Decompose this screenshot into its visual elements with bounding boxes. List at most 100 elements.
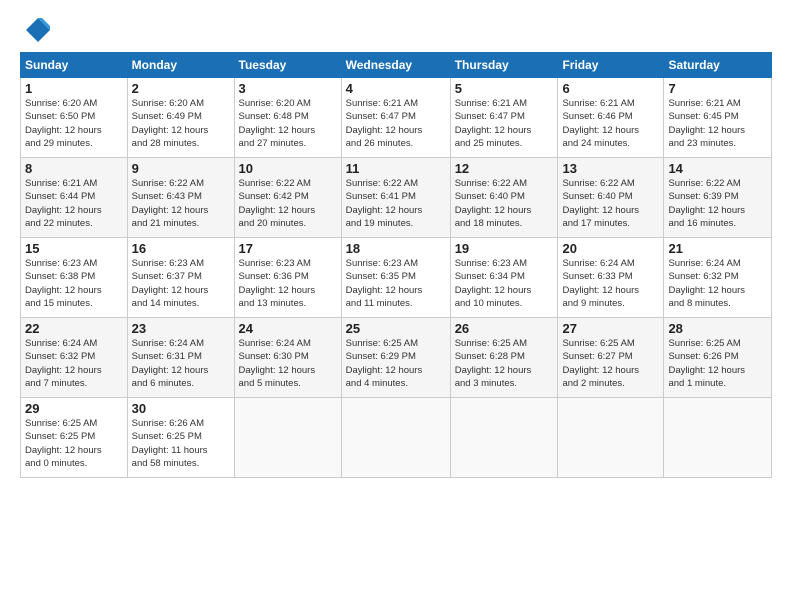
day-info: Sunrise: 6:23 AM Sunset: 6:34 PM Dayligh… <box>455 257 554 310</box>
day-number: 12 <box>455 161 554 176</box>
day-number: 27 <box>562 321 659 336</box>
day-info: Sunrise: 6:20 AM Sunset: 6:49 PM Dayligh… <box>132 97 230 150</box>
day-number: 3 <box>239 81 337 96</box>
day-info: Sunrise: 6:21 AM Sunset: 6:47 PM Dayligh… <box>455 97 554 150</box>
day-number: 13 <box>562 161 659 176</box>
day-info: Sunrise: 6:20 AM Sunset: 6:48 PM Dayligh… <box>239 97 337 150</box>
day-number: 19 <box>455 241 554 256</box>
day-number: 28 <box>668 321 767 336</box>
calendar-cell: 10Sunrise: 6:22 AM Sunset: 6:42 PM Dayli… <box>234 158 341 238</box>
day-info: Sunrise: 6:22 AM Sunset: 6:40 PM Dayligh… <box>562 177 659 230</box>
calendar-cell <box>558 398 664 478</box>
day-info: Sunrise: 6:24 AM Sunset: 6:32 PM Dayligh… <box>25 337 123 390</box>
day-number: 10 <box>239 161 337 176</box>
day-number: 26 <box>455 321 554 336</box>
day-number: 6 <box>562 81 659 96</box>
calendar-cell: 8Sunrise: 6:21 AM Sunset: 6:44 PM Daylig… <box>21 158 128 238</box>
day-info: Sunrise: 6:21 AM Sunset: 6:46 PM Dayligh… <box>562 97 659 150</box>
day-number: 1 <box>25 81 123 96</box>
day-number: 24 <box>239 321 337 336</box>
day-number: 4 <box>346 81 446 96</box>
day-info: Sunrise: 6:22 AM Sunset: 6:41 PM Dayligh… <box>346 177 446 230</box>
logo <box>20 16 52 44</box>
day-number: 18 <box>346 241 446 256</box>
calendar-cell: 6Sunrise: 6:21 AM Sunset: 6:46 PM Daylig… <box>558 78 664 158</box>
calendar-week-row: 15Sunrise: 6:23 AM Sunset: 6:38 PM Dayli… <box>21 238 772 318</box>
day-number: 29 <box>25 401 123 416</box>
calendar-table: SundayMondayTuesdayWednesdayThursdayFrid… <box>20 52 772 478</box>
calendar-cell: 12Sunrise: 6:22 AM Sunset: 6:40 PM Dayli… <box>450 158 558 238</box>
calendar-week-row: 1Sunrise: 6:20 AM Sunset: 6:50 PM Daylig… <box>21 78 772 158</box>
page: SundayMondayTuesdayWednesdayThursdayFrid… <box>0 0 792 612</box>
day-number: 14 <box>668 161 767 176</box>
day-header-wednesday: Wednesday <box>341 53 450 78</box>
day-info: Sunrise: 6:23 AM Sunset: 6:38 PM Dayligh… <box>25 257 123 310</box>
day-number: 23 <box>132 321 230 336</box>
header <box>20 16 772 44</box>
day-number: 15 <box>25 241 123 256</box>
day-number: 2 <box>132 81 230 96</box>
day-info: Sunrise: 6:23 AM Sunset: 6:35 PM Dayligh… <box>346 257 446 310</box>
day-number: 16 <box>132 241 230 256</box>
day-info: Sunrise: 6:23 AM Sunset: 6:36 PM Dayligh… <box>239 257 337 310</box>
calendar-cell: 9Sunrise: 6:22 AM Sunset: 6:43 PM Daylig… <box>127 158 234 238</box>
calendar-cell: 18Sunrise: 6:23 AM Sunset: 6:35 PM Dayli… <box>341 238 450 318</box>
calendar-cell: 26Sunrise: 6:25 AM Sunset: 6:28 PM Dayli… <box>450 318 558 398</box>
calendar-cell: 17Sunrise: 6:23 AM Sunset: 6:36 PM Dayli… <box>234 238 341 318</box>
day-info: Sunrise: 6:25 AM Sunset: 6:28 PM Dayligh… <box>455 337 554 390</box>
calendar-cell: 1Sunrise: 6:20 AM Sunset: 6:50 PM Daylig… <box>21 78 128 158</box>
day-number: 30 <box>132 401 230 416</box>
logo-icon <box>24 16 52 44</box>
calendar-cell: 16Sunrise: 6:23 AM Sunset: 6:37 PM Dayli… <box>127 238 234 318</box>
calendar-cell <box>664 398 772 478</box>
calendar-cell: 22Sunrise: 6:24 AM Sunset: 6:32 PM Dayli… <box>21 318 128 398</box>
day-info: Sunrise: 6:20 AM Sunset: 6:50 PM Dayligh… <box>25 97 123 150</box>
calendar-cell: 2Sunrise: 6:20 AM Sunset: 6:49 PM Daylig… <box>127 78 234 158</box>
day-number: 20 <box>562 241 659 256</box>
day-info: Sunrise: 6:26 AM Sunset: 6:25 PM Dayligh… <box>132 417 230 470</box>
day-header-saturday: Saturday <box>664 53 772 78</box>
day-number: 9 <box>132 161 230 176</box>
day-info: Sunrise: 6:22 AM Sunset: 6:42 PM Dayligh… <box>239 177 337 230</box>
day-info: Sunrise: 6:21 AM Sunset: 6:47 PM Dayligh… <box>346 97 446 150</box>
day-info: Sunrise: 6:21 AM Sunset: 6:45 PM Dayligh… <box>668 97 767 150</box>
calendar-cell <box>450 398 558 478</box>
calendar-cell: 21Sunrise: 6:24 AM Sunset: 6:32 PM Dayli… <box>664 238 772 318</box>
day-info: Sunrise: 6:24 AM Sunset: 6:30 PM Dayligh… <box>239 337 337 390</box>
day-number: 11 <box>346 161 446 176</box>
calendar-cell: 25Sunrise: 6:25 AM Sunset: 6:29 PM Dayli… <box>341 318 450 398</box>
day-info: Sunrise: 6:24 AM Sunset: 6:33 PM Dayligh… <box>562 257 659 310</box>
calendar-cell: 27Sunrise: 6:25 AM Sunset: 6:27 PM Dayli… <box>558 318 664 398</box>
day-info: Sunrise: 6:21 AM Sunset: 6:44 PM Dayligh… <box>25 177 123 230</box>
calendar-cell: 13Sunrise: 6:22 AM Sunset: 6:40 PM Dayli… <box>558 158 664 238</box>
day-header-monday: Monday <box>127 53 234 78</box>
day-info: Sunrise: 6:24 AM Sunset: 6:31 PM Dayligh… <box>132 337 230 390</box>
calendar-cell: 5Sunrise: 6:21 AM Sunset: 6:47 PM Daylig… <box>450 78 558 158</box>
day-info: Sunrise: 6:25 AM Sunset: 6:27 PM Dayligh… <box>562 337 659 390</box>
calendar-cell: 4Sunrise: 6:21 AM Sunset: 6:47 PM Daylig… <box>341 78 450 158</box>
day-info: Sunrise: 6:25 AM Sunset: 6:29 PM Dayligh… <box>346 337 446 390</box>
calendar-cell: 20Sunrise: 6:24 AM Sunset: 6:33 PM Dayli… <box>558 238 664 318</box>
day-info: Sunrise: 6:25 AM Sunset: 6:25 PM Dayligh… <box>25 417 123 470</box>
calendar-header: SundayMondayTuesdayWednesdayThursdayFrid… <box>21 53 772 78</box>
day-number: 5 <box>455 81 554 96</box>
calendar-cell <box>341 398 450 478</box>
calendar-week-row: 22Sunrise: 6:24 AM Sunset: 6:32 PM Dayli… <box>21 318 772 398</box>
calendar-cell: 23Sunrise: 6:24 AM Sunset: 6:31 PM Dayli… <box>127 318 234 398</box>
day-number: 7 <box>668 81 767 96</box>
calendar-cell: 29Sunrise: 6:25 AM Sunset: 6:25 PM Dayli… <box>21 398 128 478</box>
calendar-cell: 11Sunrise: 6:22 AM Sunset: 6:41 PM Dayli… <box>341 158 450 238</box>
calendar-cell: 28Sunrise: 6:25 AM Sunset: 6:26 PM Dayli… <box>664 318 772 398</box>
day-info: Sunrise: 6:22 AM Sunset: 6:40 PM Dayligh… <box>455 177 554 230</box>
day-info: Sunrise: 6:24 AM Sunset: 6:32 PM Dayligh… <box>668 257 767 310</box>
calendar-cell: 7Sunrise: 6:21 AM Sunset: 6:45 PM Daylig… <box>664 78 772 158</box>
day-header-thursday: Thursday <box>450 53 558 78</box>
calendar-cell: 3Sunrise: 6:20 AM Sunset: 6:48 PM Daylig… <box>234 78 341 158</box>
day-number: 21 <box>668 241 767 256</box>
day-info: Sunrise: 6:25 AM Sunset: 6:26 PM Dayligh… <box>668 337 767 390</box>
day-number: 17 <box>239 241 337 256</box>
day-number: 25 <box>346 321 446 336</box>
calendar-body: 1Sunrise: 6:20 AM Sunset: 6:50 PM Daylig… <box>21 78 772 478</box>
calendar-cell: 30Sunrise: 6:26 AM Sunset: 6:25 PM Dayli… <box>127 398 234 478</box>
day-info: Sunrise: 6:23 AM Sunset: 6:37 PM Dayligh… <box>132 257 230 310</box>
